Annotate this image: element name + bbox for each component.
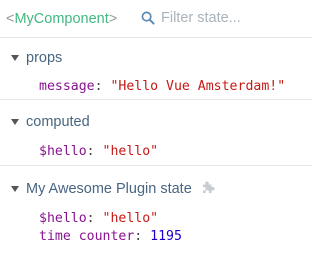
section-plugin-header[interactable]: My Awesome Plugin state (0, 178, 216, 200)
state-row: $hello: "hello" (39, 211, 159, 226)
close-bracket: > (108, 11, 118, 27)
collapse-arrow-icon[interactable] (11, 119, 19, 125)
state-row: $hello: "hello" (39, 144, 159, 159)
collapse-arrow-icon[interactable] (11, 55, 19, 61)
state-value: "hello" (102, 144, 159, 159)
section-title: computed (26, 114, 90, 130)
section-props: props message: "Hello Vue Amsterdam!" (0, 38, 312, 100)
section-plugin-state: My Awesome Plugin state $hello: "hello" … (0, 166, 312, 260)
section-computed-header[interactable]: computed (0, 111, 90, 133)
section-props-header[interactable]: props (0, 47, 62, 69)
state-value: "Hello Vue Amsterdam!" (110, 79, 286, 94)
puzzle-icon (200, 179, 216, 200)
state-key: message (39, 79, 95, 94)
section-computed: computed $hello: "hello" (0, 100, 312, 166)
inspector-header: <MyComponent> (0, 0, 312, 38)
state-value: "hello" (102, 211, 159, 226)
collapse-arrow-icon[interactable] (11, 186, 19, 192)
state-key: $hello (39, 144, 87, 159)
component-name: <MyComponent> (6, 11, 117, 27)
state-row: message: "Hello Vue Amsterdam!" (39, 79, 286, 94)
state-key: $hello (39, 211, 87, 226)
filter-search (141, 10, 311, 26)
section-title: props (26, 50, 63, 66)
state-key: time counter (39, 229, 135, 244)
component-name-label: MyComponent (14, 11, 109, 27)
state-row: time counter: 1195 (39, 229, 182, 244)
filter-state-input[interactable] (161, 10, 311, 26)
state-value: 1195 (150, 229, 182, 244)
section-title: My Awesome Plugin state (26, 181, 192, 197)
search-icon (141, 11, 155, 25)
